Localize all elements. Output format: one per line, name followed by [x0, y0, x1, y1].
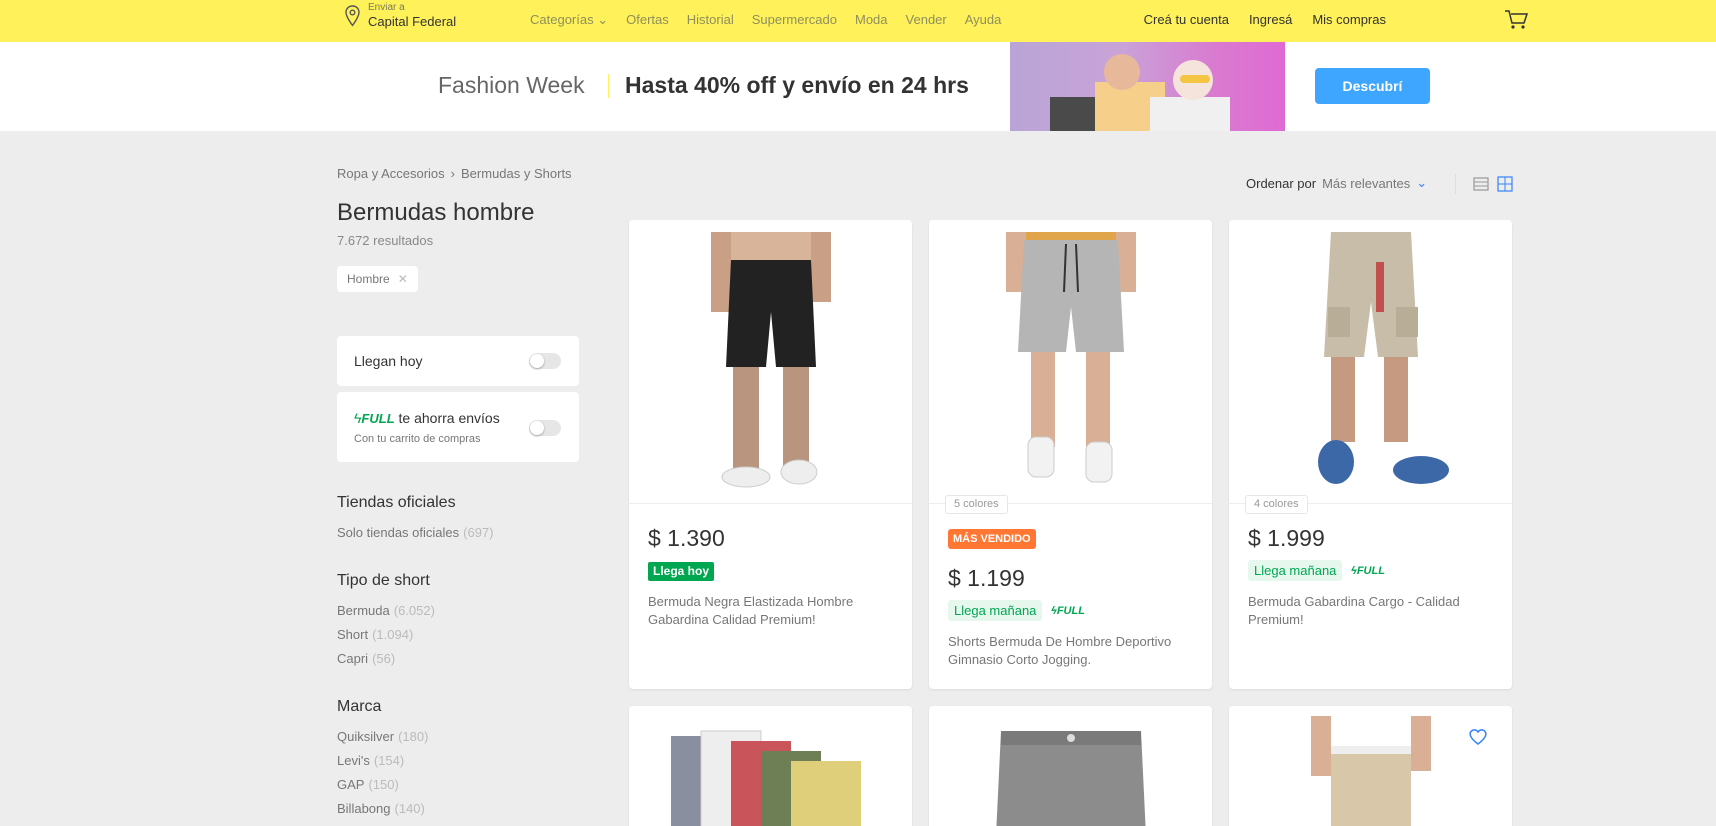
filter-option[interactable]: Levi's (154)	[337, 753, 404, 768]
sort-label: Ordenar por	[1246, 175, 1317, 191]
chevron-down-icon: ⌄	[597, 12, 609, 27]
account-nav: Creá tu cuenta Ingresá Mis compras	[1144, 12, 1386, 27]
product-image[interactable]	[929, 220, 1212, 504]
discover-button[interactable]: Descubrí	[1315, 68, 1430, 104]
product-card[interactable]: $ 1.390 Llega hoy Bermuda Negra Elastiza…	[629, 220, 912, 689]
breadcrumb-item[interactable]: Ropa y Accesorios	[337, 166, 445, 181]
filter-option[interactable]: Billabong (140)	[337, 801, 425, 816]
list-view-icon[interactable]	[1473, 176, 1489, 192]
filter-title-tiendas: Tiendas oficiales	[337, 494, 456, 511]
product-price: $ 1.999	[1248, 525, 1325, 551]
cart-icon[interactable]	[1504, 9, 1528, 31]
top-header: Enviar a Capital Federal Categorías ⌄ Of…	[0, 0, 1716, 42]
nav-supermercado[interactable]: Supermercado	[752, 12, 837, 28]
nav-moda[interactable]: Moda	[855, 12, 888, 28]
divider	[1455, 174, 1456, 194]
main-nav: Categorías ⌄ Ofertas Historial Supermerc…	[530, 12, 1001, 28]
grid-view-icon[interactable]	[1497, 176, 1513, 192]
full-shipping-label: ϟFULL	[1051, 605, 1085, 617]
filter-option[interactable]: Capri (56)	[337, 651, 395, 666]
filter-today-label: Llegan hoy	[354, 353, 423, 369]
filter-title-tipo: Tipo de short	[337, 572, 430, 589]
filter-full[interactable]: ϟFULL te ahorra envíos Con tu carrito de…	[337, 392, 579, 462]
my-purchases-link[interactable]: Mis compras	[1312, 12, 1386, 27]
nav-historial[interactable]: Historial	[687, 12, 734, 28]
full-toggle[interactable]	[529, 420, 561, 436]
product-title[interactable]: Bermuda Negra Elastizada Hombre Gabardin…	[648, 593, 893, 629]
arrives-tomorrow-badge: Llega mañana	[1248, 560, 1343, 581]
arrives-today-badge: Llega hoy	[648, 562, 715, 581]
product-image[interactable]	[1229, 220, 1512, 504]
create-account-link[interactable]: Creá tu cuenta	[1144, 12, 1229, 27]
shipping-location[interactable]: Enviar a Capital Federal	[343, 2, 456, 30]
nav-categorias[interactable]: Categorías ⌄	[530, 12, 608, 28]
today-toggle[interactable]	[529, 353, 561, 369]
promo-banner[interactable]: Fashion Week Hasta 40% off y envío en 24…	[0, 42, 1716, 131]
full-label: ϟFULL te ahorra envíos	[354, 410, 500, 426]
colors-count: 5 colores	[945, 495, 1008, 514]
results-count: 7.672 resultados	[337, 233, 434, 248]
product-card[interactable]: 5 colores MÁS VENDIDO $ 1.199 Llega maña…	[929, 220, 1212, 689]
product-card[interactable]	[629, 706, 912, 826]
chip-label: Hombre	[347, 272, 390, 286]
product-title[interactable]: Bermuda Gabardina Cargo - Calidad Premiu…	[1248, 593, 1493, 629]
product-card[interactable]	[1229, 706, 1512, 826]
banner-label: Fashion Week	[438, 72, 585, 98]
filter-option[interactable]: Quiksilver (180)	[337, 729, 428, 744]
banner-image	[1010, 42, 1285, 131]
best-seller-badge: MÁS VENDIDO	[948, 529, 1036, 549]
sort-value: Más relevantes	[1322, 175, 1411, 191]
filter-llegan-hoy[interactable]: Llegan hoy	[337, 336, 579, 386]
breadcrumb-item[interactable]: Bermudas y Shorts	[461, 166, 572, 181]
full-shipping-label: ϟFULL	[1351, 565, 1385, 577]
close-icon[interactable]: ✕	[398, 272, 408, 286]
filter-option[interactable]: Solo tiendas oficiales (697)	[337, 525, 494, 540]
product-price: $ 1.199	[948, 565, 1025, 591]
product-card[interactable]	[929, 706, 1212, 826]
full-subtext: Con tu carrito de compras	[354, 433, 481, 445]
page-title: Bermudas hombre	[337, 199, 535, 226]
filter-option[interactable]: Short (1.094)	[337, 627, 413, 642]
shipping-value: Capital Federal	[368, 14, 457, 29]
product-image[interactable]	[629, 220, 912, 504]
colors-count: 4 colores	[1245, 495, 1308, 514]
banner-headline: Hasta 40% off y envío en 24 hrs	[625, 72, 969, 98]
filter-option[interactable]: GAP (150)	[337, 777, 399, 792]
filter-option[interactable]: Bermuda (6.052)	[337, 603, 435, 618]
product-title[interactable]: Shorts Bermuda De Hombre Deportivo Gimna…	[948, 633, 1193, 669]
banner-divider	[608, 74, 609, 98]
product-image[interactable]	[1229, 706, 1512, 826]
chevron-down-icon: ⌄	[1416, 175, 1428, 190]
product-price: $ 1.390	[648, 525, 725, 551]
nav-ayuda[interactable]: Ayuda	[965, 12, 1002, 28]
breadcrumb: Ropa y Accesorios › Bermudas y Shorts	[337, 166, 572, 181]
filter-chip-hombre[interactable]: Hombre ✕	[337, 266, 418, 292]
filter-title-marca: Marca	[337, 698, 382, 715]
location-pin-icon	[345, 4, 360, 27]
product-card[interactable]: 4 colores $ 1.999 Llega mañana ϟFULL Ber…	[1229, 220, 1512, 689]
chevron-right-icon: ›	[450, 166, 456, 181]
heart-icon[interactable]	[1468, 728, 1488, 746]
full-text: te ahorra envíos	[398, 410, 500, 426]
nav-vender[interactable]: Vender	[906, 12, 947, 28]
product-image[interactable]	[629, 706, 912, 826]
sort-control[interactable]: Ordenar por Más relevantes ⌄	[1246, 175, 1427, 191]
shipping-label: Enviar a	[368, 2, 405, 13]
full-tag: FULL	[361, 411, 395, 426]
login-link[interactable]: Ingresá	[1249, 12, 1292, 27]
product-image[interactable]	[929, 706, 1212, 826]
arrives-tomorrow-badge: Llega mañana	[948, 600, 1043, 621]
nav-ofertas[interactable]: Ofertas	[626, 12, 669, 28]
